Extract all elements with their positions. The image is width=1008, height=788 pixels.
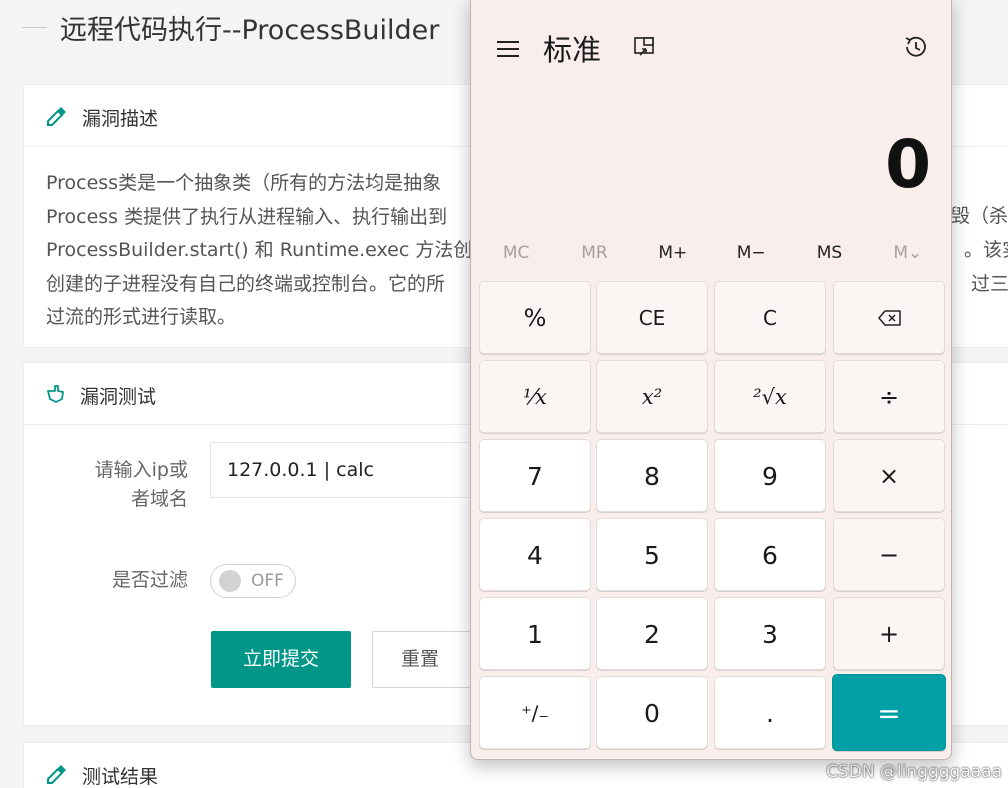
key-label: . — [766, 699, 774, 728]
key-label: C — [763, 306, 777, 330]
decimal-key[interactable]: . — [714, 676, 826, 749]
memory-clear-button[interactable]: MC — [477, 235, 555, 271]
page-title: 远程代码执行--ProcessBuilder — [60, 15, 440, 46]
memory-row: MC MR M+ M− MS M⌄ — [477, 235, 947, 271]
plus-key[interactable]: + — [833, 597, 945, 670]
description-fragment: 。该实例 — [964, 239, 1008, 261]
ip-label-line: 者域名 — [130, 488, 188, 510]
key-label: ÷ — [878, 383, 900, 411]
key-label: CE — [638, 306, 666, 330]
memory-list-button[interactable]: M⌄ — [869, 235, 947, 271]
description-fragment: 毁（杀 — [951, 205, 1008, 227]
multiply-key[interactable]: × — [833, 439, 945, 512]
dropper-icon — [47, 765, 66, 784]
digit-8-key[interactable]: 8 — [596, 439, 708, 512]
digit-5-key[interactable]: 5 — [596, 518, 708, 591]
description-fragment: 过三个 — [971, 273, 1008, 295]
backspace-key[interactable] — [833, 281, 945, 354]
hand-pointer-icon — [47, 385, 64, 403]
key-label: 6 — [762, 541, 778, 570]
key-label: % — [523, 304, 547, 332]
key-label: x² — [641, 385, 663, 409]
reset-button[interactable]: 重置 — [372, 631, 482, 688]
calculator-display: 0 — [885, 126, 931, 203]
submit-button[interactable]: 立即提交 — [211, 631, 351, 688]
ip-input[interactable]: 127.0.0.1 | calc — [210, 442, 510, 498]
toggle-knob — [219, 570, 241, 592]
square-key[interactable]: x² — [596, 360, 708, 433]
key-label: × — [878, 462, 900, 490]
key-label: − — [878, 541, 900, 569]
toggle-text: OFF — [251, 571, 284, 591]
key-label: ⁺∕₋ — [521, 701, 549, 725]
key-label: = — [877, 697, 901, 730]
ip-input-value: 127.0.0.1 | calc — [227, 459, 374, 481]
digit-4-key[interactable]: 4 — [479, 518, 591, 591]
key-label: + — [878, 620, 900, 648]
key-label: ²√x — [753, 385, 787, 409]
key-label: 5 — [644, 541, 660, 570]
result-heading: 测试结果 — [82, 766, 159, 788]
keep-on-top-icon[interactable] — [631, 33, 659, 61]
key-label: 3 — [762, 620, 778, 649]
ip-label-line: 请输入ip或 — [94, 459, 188, 481]
equals-key[interactable]: = — [832, 674, 946, 751]
clear-entry-key[interactable]: CE — [596, 281, 708, 354]
memory-store-button[interactable]: MS — [790, 235, 868, 271]
memory-subtract-button[interactable]: M− — [712, 235, 790, 271]
key-label: 4 — [527, 541, 543, 570]
digit-7-key[interactable]: 7 — [479, 439, 591, 512]
history-icon[interactable] — [901, 32, 931, 62]
filter-toggle[interactable]: OFF — [210, 564, 296, 598]
filter-label: 是否过滤 — [111, 569, 188, 591]
key-label: 2 — [644, 620, 660, 649]
calculator-window: 标准 0 MC MR M+ M− MS M⌄ % CE C ⅟x x² ²√x … — [470, 0, 952, 760]
key-label: 9 — [762, 462, 778, 491]
memory-recall-button[interactable]: MR — [555, 235, 633, 271]
calculator-mode-title: 标准 — [543, 33, 602, 67]
ip-label: 请输入ip或 者域名 — [88, 456, 188, 514]
key-label: ⅟x — [523, 385, 547, 409]
reciprocal-key[interactable]: ⅟x — [479, 360, 591, 433]
digit-2-key[interactable]: 2 — [596, 597, 708, 670]
memory-add-button[interactable]: M+ — [634, 235, 712, 271]
key-label: 7 — [527, 462, 543, 491]
minus-key[interactable]: − — [833, 518, 945, 591]
negate-key[interactable]: ⁺∕₋ — [479, 676, 591, 749]
backspace-icon — [878, 310, 901, 326]
digit-3-key[interactable]: 3 — [714, 597, 826, 670]
calculator-titlebar: 标准 — [471, 0, 951, 97]
key-label: 8 — [644, 462, 660, 491]
key-label: 0 — [644, 699, 660, 728]
square-root-key[interactable]: ²√x — [714, 360, 826, 433]
clear-key[interactable]: C — [714, 281, 826, 354]
key-label: 1 — [527, 620, 543, 649]
digit-0-key[interactable]: 0 — [596, 676, 708, 749]
digit-9-key[interactable]: 9 — [714, 439, 826, 512]
dropper-icon — [47, 107, 66, 126]
digit-6-key[interactable]: 6 — [714, 518, 826, 591]
digit-1-key[interactable]: 1 — [479, 597, 591, 670]
divide-key[interactable]: ÷ — [833, 360, 945, 433]
watermark: CSDN @linggggaaaa — [826, 762, 1002, 782]
percent-key[interactable]: % — [479, 281, 591, 354]
hamburger-menu-icon[interactable] — [491, 31, 525, 65]
test-heading: 漏洞测试 — [80, 386, 157, 408]
description-heading: 漏洞描述 — [82, 108, 159, 130]
title-divider — [22, 27, 47, 28]
